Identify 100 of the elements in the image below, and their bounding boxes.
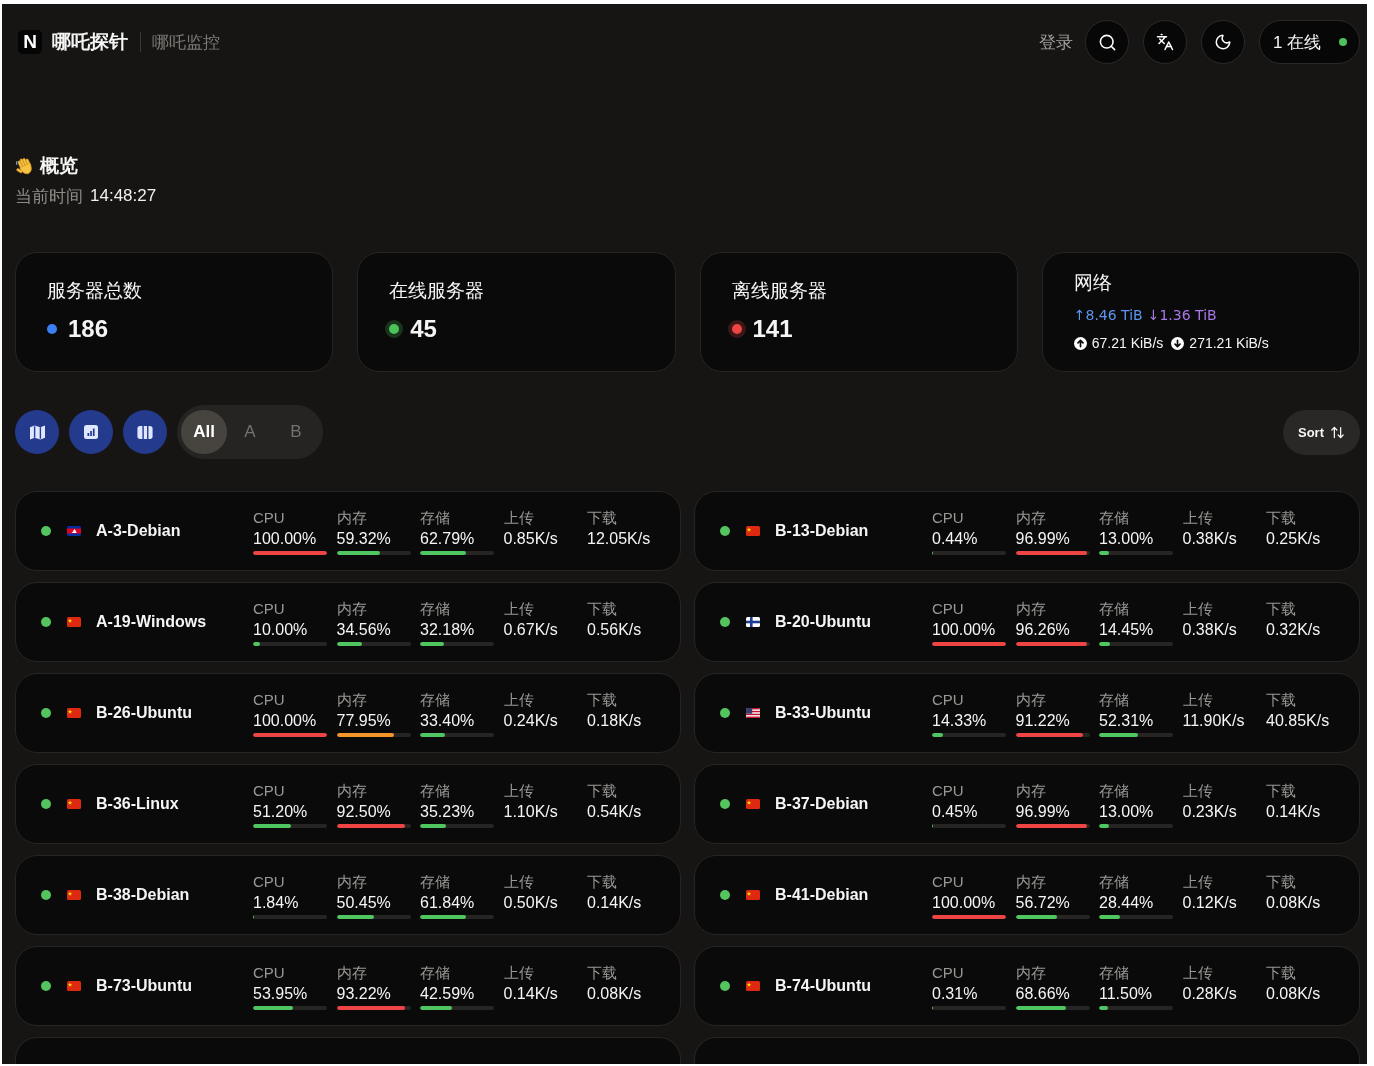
- search-button[interactable]: [1085, 20, 1129, 64]
- metric-label: 内存: [1015, 962, 1046, 983]
- china-flag-icon: [746, 526, 760, 536]
- metric-label: CPU: [932, 962, 964, 983]
- server-card[interactable]: B-74-Ubuntu CPU 0.31% 内存 68.66% 存储 11.50% 上传 0.28K/s 下载 0.08K/s: [694, 946, 1360, 1026]
- server-card[interactable]: B-26-Ubuntu CPU 100.00% 内存 77.95% 存储 33.40% 上传 0.24K/s 下载 0.18K/s: [15, 673, 681, 753]
- stat-title: 网络: [1073, 271, 1112, 295]
- map-view-button[interactable]: [15, 410, 59, 454]
- metric-label: 上传: [503, 598, 534, 619]
- server-name: B-38-Debian: [96, 886, 190, 904]
- metric-label: CPU: [253, 780, 285, 801]
- server-card[interactable]: B-38-Debian CPU 1.84% 内存 50.45% 存储 61.84% 上传 0.50K/s 下载 0.14K/s: [15, 855, 681, 935]
- metric-label: 内存: [336, 871, 367, 892]
- metric-label: 上传: [503, 689, 534, 710]
- metric-label: 上传: [503, 507, 534, 528]
- metric-value: 0.31%: [932, 983, 978, 1004]
- metric-label: 内存: [336, 507, 367, 528]
- search-icon: [1097, 32, 1117, 52]
- china-flag-icon: [67, 708, 81, 718]
- metric-label: 内存: [336, 780, 367, 801]
- chart-view-button[interactable]: [69, 410, 113, 454]
- theme-toggle-button[interactable]: [1201, 20, 1245, 64]
- language-button[interactable]: [1143, 20, 1187, 64]
- bar-chart-icon: [84, 425, 98, 439]
- metric-label: 存储: [1099, 871, 1129, 892]
- metric-label: 下载: [1266, 598, 1296, 619]
- metric-label: 存储: [1099, 780, 1129, 801]
- server-card[interactable]: B-73-Ubuntu CPU 53.95% 内存 93.22% 存储 42.59% 上传 0.14K/s 下载 0.08K/s: [15, 946, 681, 1026]
- metric-value: 0.44%: [932, 528, 978, 549]
- metric-label: 下载: [587, 689, 617, 710]
- server-name: B-20-Ubuntu: [775, 613, 871, 631]
- metric-value: 93.22%: [336, 983, 391, 1004]
- metric-value: 0.14K/s: [503, 983, 558, 1004]
- metric-label: 存储: [420, 598, 450, 619]
- site-subtitle: 哪吒监控: [152, 31, 220, 54]
- metric-label: CPU: [253, 598, 285, 619]
- server-name: B-26-Ubuntu: [96, 704, 192, 722]
- server-card[interactable]: B-37-Debian CPU 0.45% 内存 96.99% 存储 13.00% 上传 0.23K/s 下载 0.14K/s: [694, 764, 1360, 844]
- metric-label: 内存: [336, 598, 367, 619]
- china-flag-icon: [746, 890, 760, 900]
- metric-value: 40.85K/s: [1266, 710, 1330, 731]
- metric-label: 下载: [587, 871, 617, 892]
- finland-flag-icon: [746, 617, 760, 627]
- server-card[interactable]: B-36-Linux CPU 51.20% 内存 92.50% 存储 35.23% 上传 1.10K/s 下载 0.54K/s: [15, 764, 681, 844]
- metric-label: 存储: [420, 689, 450, 710]
- metric-label: 上传: [503, 780, 534, 801]
- metric-label: 内存: [336, 689, 367, 710]
- metric-label: 上传: [1182, 871, 1213, 892]
- server-name: A-3-Debian: [96, 522, 181, 540]
- metric-value: 0.24K/s: [503, 710, 558, 731]
- login-link[interactable]: 登录: [1039, 30, 1073, 54]
- metric-label: 下载: [1266, 507, 1296, 528]
- metric-label: 下载: [587, 507, 617, 528]
- metric-label: 上传: [1182, 507, 1213, 528]
- column-view-button[interactable]: [123, 410, 167, 454]
- metric-value: 61.84%: [420, 892, 475, 913]
- metric-label: 下载: [1266, 780, 1296, 801]
- china-flag-icon: [67, 981, 81, 991]
- metric-value: 51.20%: [253, 801, 308, 822]
- metric-value: 0.45%: [932, 801, 978, 822]
- china-flag-icon: [67, 799, 81, 809]
- metric-value: 68.66%: [1015, 983, 1070, 1004]
- server-name: A-19-Windows: [96, 613, 207, 631]
- sort-arrows-icon: [1330, 424, 1345, 440]
- server-card[interactable]: B-13-Debian CPU 0.44% 内存 96.99% 存储 13.00% 上传 0.38K/s 下载 0.25K/s: [694, 491, 1360, 571]
- metric-value: 91.22%: [1015, 710, 1070, 731]
- columns-icon: [137, 425, 153, 439]
- metric-value: 13.00%: [1099, 801, 1154, 822]
- metric-label: 上传: [1182, 598, 1213, 619]
- traffic-total: ↓1.36 TiB: [1147, 307, 1217, 323]
- metric-label: CPU: [253, 689, 285, 710]
- metric-value: 1.84%: [253, 892, 299, 913]
- server-card[interactable]: B-33-Ubuntu CPU 14.33% 内存 91.22% 存储 52.31% 上传 11.90K/s 下载 40.85K/s: [694, 673, 1360, 753]
- sort-button[interactable]: Sort: [1283, 409, 1360, 455]
- metric-label: 上传: [503, 962, 534, 983]
- group-tab[interactable]: All: [181, 410, 227, 454]
- metric-value: 56.72%: [1015, 892, 1070, 913]
- logo[interactable]: N: [18, 30, 42, 54]
- metric-label: 存储: [1099, 507, 1129, 528]
- metric-label: 内存: [1015, 598, 1046, 619]
- metric-label: CPU: [253, 962, 285, 983]
- stat-title: 离线服务器: [731, 279, 827, 303]
- server-card[interactable]: A-3-Debian CPU 100.00% 内存 59.32% 存储 62.79% 上传 0.85K/s 下载 12.05K/s: [15, 491, 681, 571]
- metric-value: 0.38K/s: [1182, 528, 1237, 549]
- us-flag-icon: [746, 708, 760, 718]
- metric-label: 内存: [1015, 871, 1046, 892]
- metric-value: 0.85K/s: [503, 528, 558, 549]
- metric-value: 96.26%: [1015, 619, 1070, 640]
- metric-label: 下载: [1266, 871, 1296, 892]
- waving-hand-icon: [15, 155, 35, 177]
- metric-value: 12.05K/s: [587, 528, 651, 549]
- metric-label: 下载: [587, 598, 617, 619]
- server-card[interactable]: A-19-Windows CPU 10.00% 内存 34.56% 存储 32.18% 上传 0.67K/s 下载 0.56K/s: [15, 582, 681, 662]
- metric-label: CPU: [932, 689, 964, 710]
- metric-value: 33.40%: [420, 710, 475, 731]
- metric-label: CPU: [932, 507, 964, 528]
- server-card[interactable]: B-20-Ubuntu CPU 100.00% 内存 96.26% 存储 14.45% 上传 0.38K/s 下载 0.32K/s: [694, 582, 1360, 662]
- server-card[interactable]: B-41-Debian CPU 100.00% 内存 56.72% 存储 28.44% 上传 0.12K/s 下载 0.08K/s: [694, 855, 1360, 935]
- online-count-button[interactable]: 1 在线: [1259, 20, 1360, 64]
- metric-value: 10.00%: [253, 619, 308, 640]
